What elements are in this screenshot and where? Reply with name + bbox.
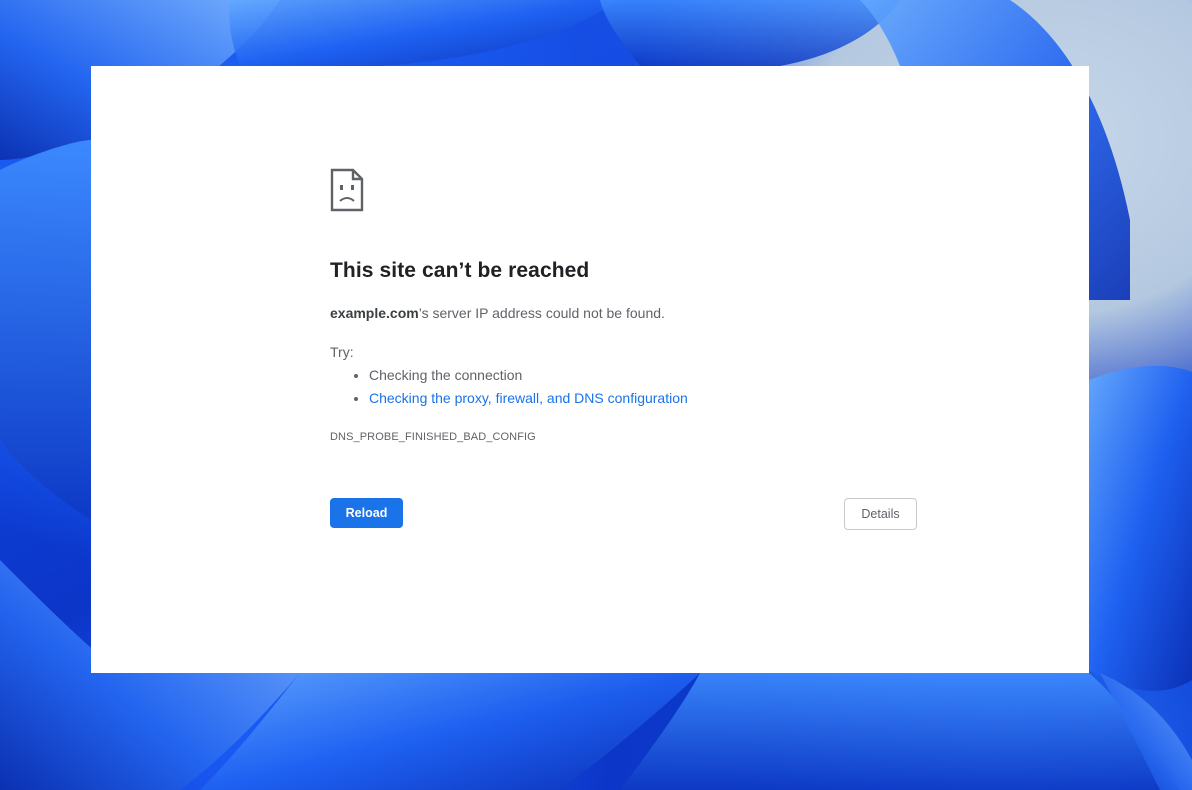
suggestion-check-connection: Checking the connection xyxy=(369,367,523,383)
try-label: Try: xyxy=(330,344,354,360)
details-button[interactable]: Details xyxy=(844,498,917,530)
error-title: This site can’t be reached xyxy=(330,259,590,282)
sad-page-icon xyxy=(330,168,364,212)
suggestion-item: Checking the connection xyxy=(369,364,688,387)
suggestion-list: Checking the connection Checking the pro… xyxy=(330,364,688,410)
browser-error-page: This site can’t be reached example.com’s… xyxy=(91,66,1089,673)
error-host: example.com xyxy=(330,305,419,321)
error-message: ’s server IP address could not be found. xyxy=(418,305,665,321)
error-code: DNS_PROBE_FINISHED_BAD_CONFIG xyxy=(330,431,536,443)
error-description: example.com’s server IP address could no… xyxy=(330,305,665,321)
suggestion-proxy-firewall-dns-link[interactable]: Checking the proxy, firewall, and DNS co… xyxy=(369,390,688,406)
reload-button[interactable]: Reload xyxy=(330,498,403,528)
suggestion-item: Checking the proxy, firewall, and DNS co… xyxy=(369,387,688,410)
